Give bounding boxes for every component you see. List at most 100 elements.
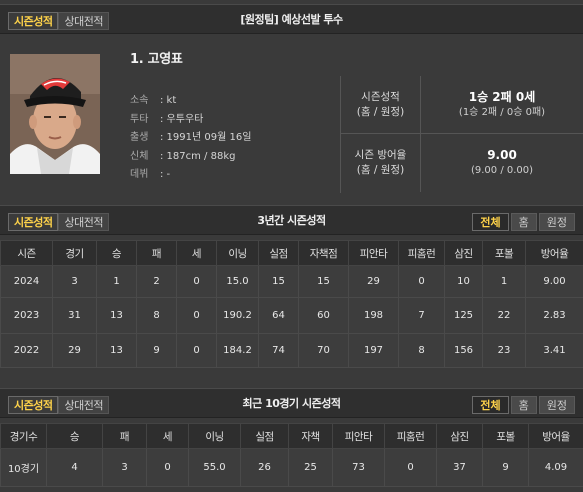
info-value: : 우투우타 (160, 113, 204, 125)
table-cell: 29 (52, 333, 97, 368)
season-record-label-line1: 시즌성적 (361, 90, 400, 103)
col-header: 승 (46, 423, 103, 449)
col-header: 승 (96, 240, 137, 266)
table-cell: 15 (258, 265, 299, 298)
table-cell: 10 (444, 265, 483, 298)
table-cell: 125 (444, 297, 483, 334)
section-tabs: 시즌성적 상대전적 (8, 213, 109, 231)
table-cell: 70 (298, 333, 349, 368)
table-cell: 2022 (0, 333, 53, 368)
table-cell: 74 (258, 333, 299, 368)
col-header: 삼진 (444, 240, 483, 266)
info-key: 소속 (130, 95, 149, 106)
col-header: 피홈런 (384, 423, 437, 449)
table-cell: 0 (176, 297, 217, 334)
table-cell: 9 (482, 448, 529, 487)
table-row: 2023 31 13 8 0 190.2 64 60 198 7 125 22 … (0, 297, 583, 334)
info-value: : 187cm / 88kg (160, 150, 236, 162)
section-tabs: 시즌성적 상대전적 (8, 12, 109, 30)
col-header: 시즌 (0, 240, 53, 266)
season-era-main: 9.00 (487, 148, 517, 162)
season-record-main: 1승 2패 0세 (468, 89, 536, 104)
table-header-row: 경기수 승 패 세 이닝 실점 자책 피안타 피홈런 삼진 포볼 방어율 (0, 423, 583, 449)
col-header: 피안타 (332, 423, 385, 449)
pitcher-photo-image (10, 54, 100, 174)
col-header: 패 (136, 240, 177, 266)
filter-home-button[interactable]: 홈 (510, 396, 537, 414)
tab-head-to-head[interactable]: 상대전적 (58, 213, 109, 231)
table-cell: 8 (398, 333, 445, 368)
pitcher-photo (10, 54, 100, 174)
info-row-team: 소속: kt (130, 92, 251, 111)
info-value: : 1991년 09월 16일 (160, 132, 252, 143)
filter-all-button[interactable]: 전체 (472, 396, 509, 414)
table-cell: 2.83 (525, 297, 583, 334)
col-header: 경기수 (0, 423, 47, 449)
season-record-row: 시즌성적 (홈 / 원정) 1승 2패 0세 (1승 2패 / 0승 0패) (341, 76, 583, 134)
col-header: 이닝 (216, 240, 259, 266)
col-header: 포볼 (482, 423, 529, 449)
location-filter: 전체 홈 원정 (472, 396, 575, 414)
col-header: 방어율 (525, 240, 583, 266)
info-row-throws-bats: 투타: 우투우타 (130, 111, 251, 130)
table-cell: 197 (348, 333, 399, 368)
table-cell: 0 (176, 265, 217, 298)
table-cell: 2023 (0, 297, 53, 334)
season-era-sub: (9.00 / 0.00) (470, 165, 534, 176)
recent-ten-header-bar: 최근 10경기 시즌성적 시즌성적 상대전적 전체 홈 원정 (0, 388, 583, 418)
table-cell: 25 (288, 448, 333, 487)
table-cell: 0 (176, 333, 217, 368)
table-row: 2022 29 13 9 0 184.2 74 70 197 8 156 23 … (0, 333, 583, 368)
filter-away-button[interactable]: 원정 (538, 213, 575, 231)
filter-home-button[interactable]: 홈 (510, 213, 537, 231)
info-row-body: 신체: 187cm / 88kg (130, 148, 251, 167)
table-cell: 23 (482, 333, 526, 368)
pitcher-season-summary: 시즌성적 (홈 / 원정) 1승 2패 0세 (1승 2패 / 0승 0패) 시… (340, 76, 583, 193)
table-cell: 1 (482, 265, 526, 298)
tab-head-to-head[interactable]: 상대전적 (58, 396, 109, 414)
tab-season-stats[interactable]: 시즌성적 (8, 396, 59, 414)
table-cell: 1 (96, 265, 137, 298)
table-cell: 0 (398, 265, 445, 298)
filter-away-button[interactable]: 원정 (538, 396, 575, 414)
table-cell: 60 (298, 297, 349, 334)
info-row-debut: 데뷔: - (130, 166, 251, 185)
col-header: 세 (146, 423, 189, 449)
table-cell: 10경기 (0, 448, 47, 487)
recent-ten-games-table: 경기수 승 패 세 이닝 실점 자책 피안타 피홈런 삼진 포볼 방어율 10경… (0, 423, 583, 487)
table-cell: 9.00 (525, 265, 583, 298)
col-header: 세 (176, 240, 217, 266)
tab-season-stats[interactable]: 시즌성적 (8, 12, 59, 30)
tab-head-to-head[interactable]: 상대전적 (58, 12, 109, 30)
tab-season-stats[interactable]: 시즌성적 (8, 213, 59, 231)
season-record-sub: (1승 2패 / 0승 0패) (458, 106, 546, 118)
table-row: 2024 3 1 2 0 15.0 15 15 29 0 10 1 9.00 (0, 265, 583, 298)
col-header: 경기 (52, 240, 97, 266)
table-cell: 29 (348, 265, 399, 298)
table-cell: 184.2 (216, 333, 259, 368)
table-cell: 26 (240, 448, 289, 487)
col-header: 자책점 (298, 240, 349, 266)
season-era-label-line2: (홈 / 원정) (356, 164, 405, 176)
col-header: 실점 (240, 423, 289, 449)
table-cell: 55.0 (188, 448, 241, 487)
table-cell: 64 (258, 297, 299, 334)
three-year-stats-table: 시즌 경기 승 패 세 이닝 실점 자책점 피안타 피홈런 삼진 포볼 방어율 … (0, 240, 583, 368)
col-header: 이닝 (188, 423, 241, 449)
table-cell: 2024 (0, 265, 53, 298)
table-cell: 0 (146, 448, 189, 487)
table-cell: 4.09 (528, 448, 583, 487)
table-cell: 15.0 (216, 265, 259, 298)
table-cell: 3 (52, 265, 97, 298)
table-cell: 15 (298, 265, 349, 298)
section-tabs: 시즌성적 상대전적 (8, 396, 109, 414)
filter-all-button[interactable]: 전체 (472, 213, 509, 231)
table-cell: 198 (348, 297, 399, 334)
info-row-birth: 출생: 1991년 09월 16일 (130, 129, 251, 148)
table-cell: 7 (398, 297, 445, 334)
table-cell: 3.41 (525, 333, 583, 368)
col-header: 피안타 (348, 240, 399, 266)
season-era-label-line1: 시즌 방어율 (354, 149, 407, 161)
table-cell: 73 (332, 448, 385, 487)
table-cell: 156 (444, 333, 483, 368)
